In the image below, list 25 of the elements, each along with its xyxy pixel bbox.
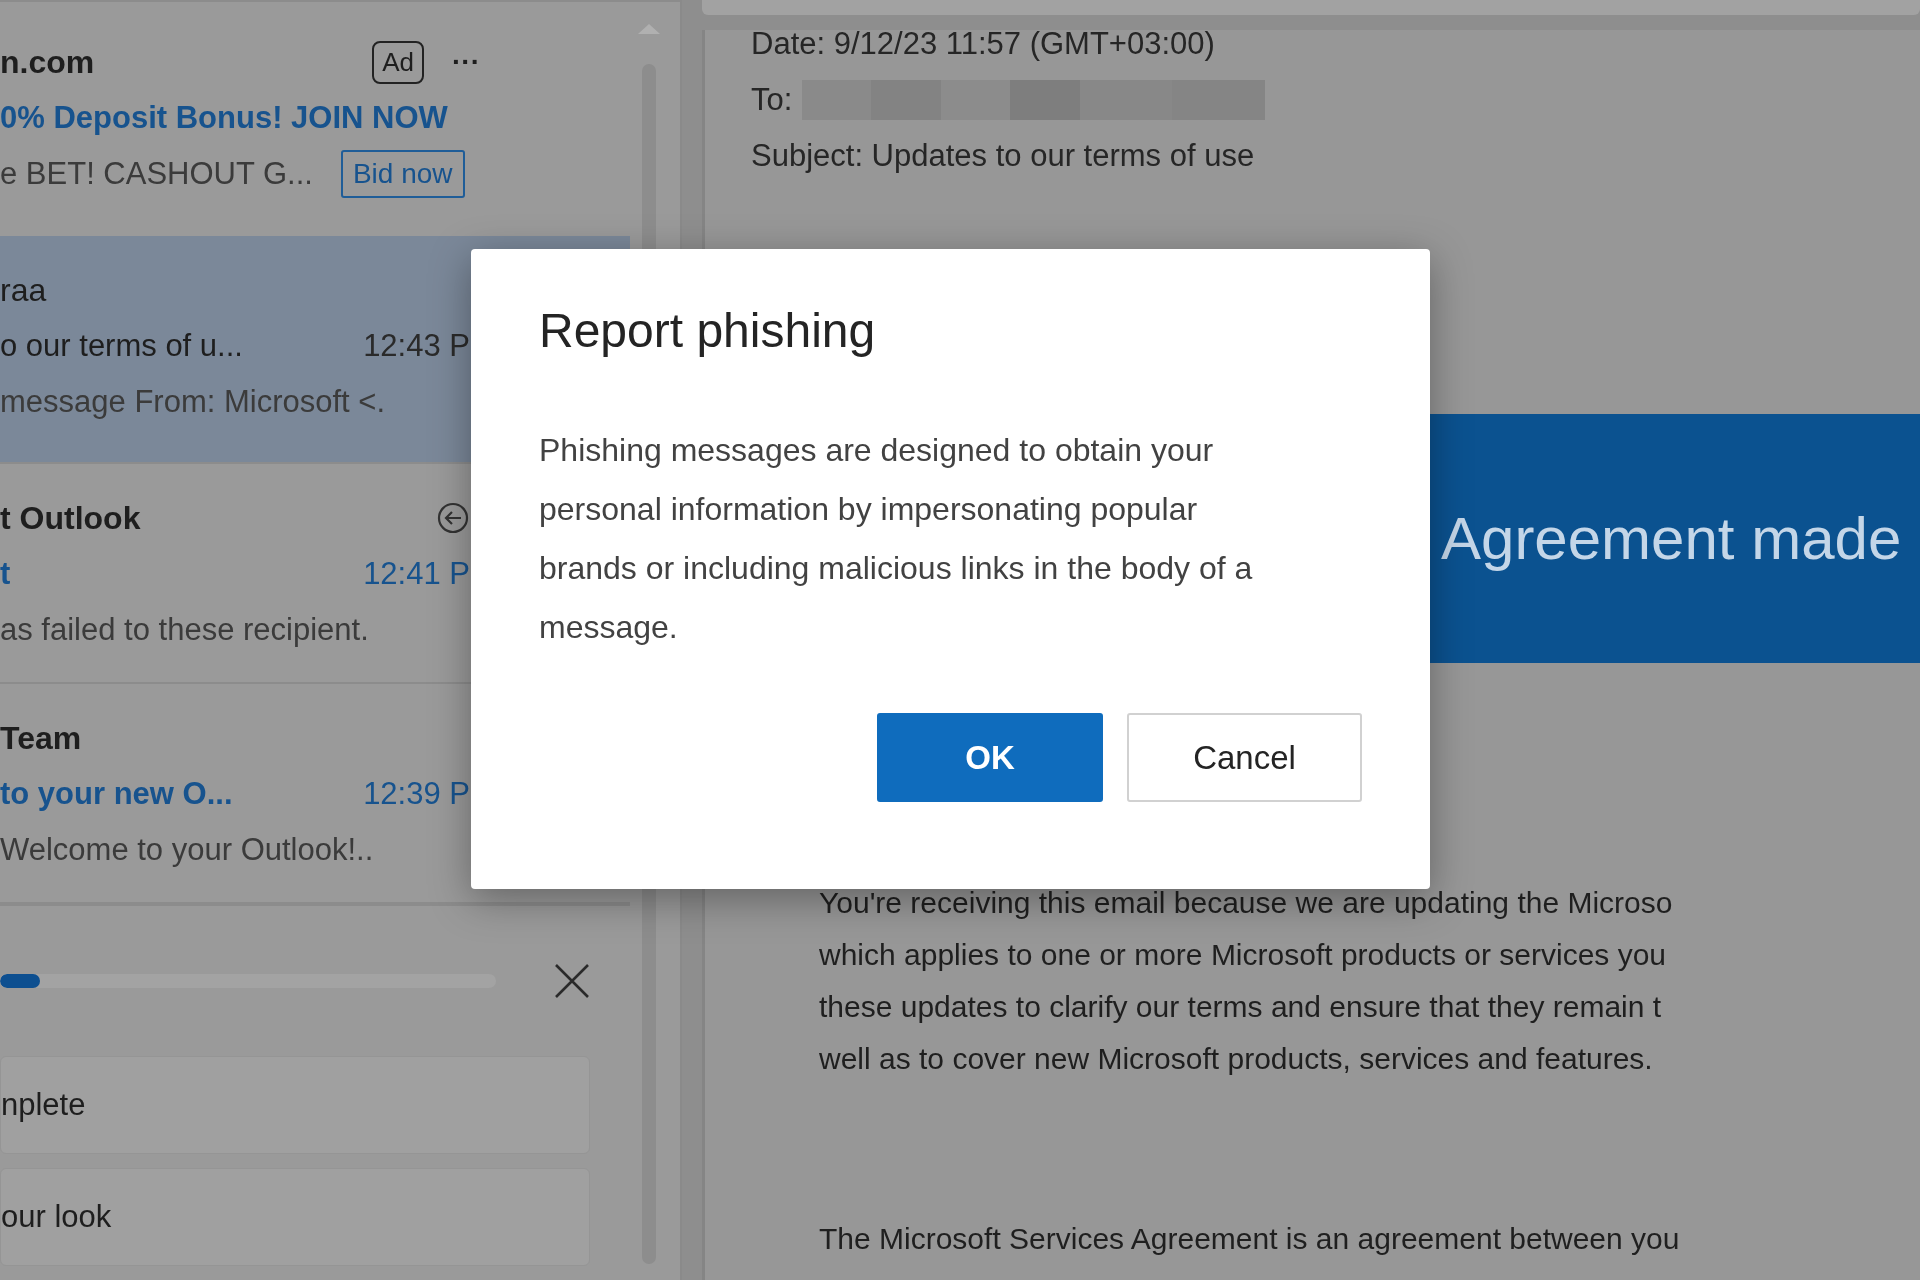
message-subject: to your new O... <box>0 776 233 812</box>
body-text-line: You're receiving this email because we are updating the Microso <box>819 885 1674 921</box>
message-preview: as failed to these recipient. <box>0 612 369 648</box>
sender-name: Team <box>0 719 82 757</box>
body-text-line: well as to cover new Microsoft products, services and features. <box>819 1041 1654 1077</box>
banner-heading: Agreement made <box>1441 504 1902 573</box>
message-subject: t <box>0 556 11 592</box>
sender-name: n.com <box>0 43 95 81</box>
to-label: To: <box>751 81 793 119</box>
sender-name: raa <box>0 271 47 309</box>
sender-name: t Outlook <box>0 499 141 537</box>
ad-badge: Ad <box>372 40 424 84</box>
message-time: 12:41 P <box>363 556 470 592</box>
date-line: Date: 9/12/23 11:57 (GMT+03:00) <box>751 30 1216 63</box>
body-text-line: which applies to one or more Microsoft products or services you <box>819 937 1668 973</box>
message-preview: e BET! CASHOUT G... <box>0 156 313 192</box>
body-text-line: The Microsoft Services Agreement is an agreement between you <box>819 1221 1681 1257</box>
message-preview: message From: Microsoft <. <box>0 384 386 420</box>
message-preview: Welcome to your Outlook!.. <box>0 832 374 868</box>
message-time: 12:43 P <box>363 328 470 364</box>
subject-line: Subject: Updates to our terms of use <box>751 137 1256 175</box>
message-time: 12:39 P <box>363 776 470 812</box>
body-text-line: these updates to clarify our terms and ensure that they remain t <box>819 989 1663 1025</box>
message-subject: o our terms of u... <box>0 328 243 364</box>
message-subject: 0% Deposit Bonus! JOIN NOW <box>0 100 448 136</box>
